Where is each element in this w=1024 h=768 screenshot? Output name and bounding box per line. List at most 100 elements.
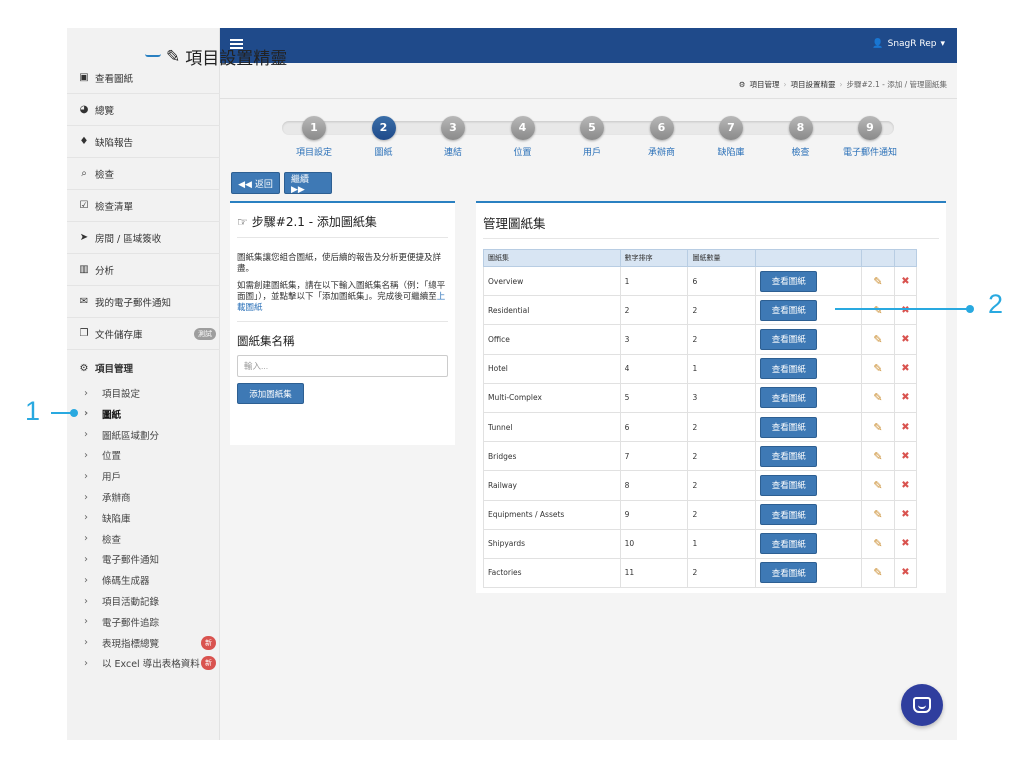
column-header-drawing-set[interactable]: 圖紙集 xyxy=(483,249,621,267)
add-drawing-set-button[interactable]: 添加圖紙集 xyxy=(237,383,304,404)
close-icon[interactable]: ✖ xyxy=(901,509,909,520)
wizard-step-8[interactable]: 8 檢查 xyxy=(766,116,836,158)
sidebar-subitem-8[interactable]: › 電子郵件通知 xyxy=(67,549,220,569)
sidebar-subitem-4[interactable]: › 用戶 xyxy=(67,466,220,486)
sidebar-item-3[interactable]: ⌕ 檢查 xyxy=(67,158,220,190)
cell-drawing-set: Factories xyxy=(483,557,621,589)
sidebar-item-6[interactable]: ▥ 分析 xyxy=(67,254,220,286)
close-icon[interactable]: ✖ xyxy=(901,422,909,433)
cell-order: 1 xyxy=(619,265,689,297)
close-icon[interactable]: ✖ xyxy=(901,538,909,549)
sidebar-subitem-1[interactable]: › 圖紙 xyxy=(67,404,220,424)
sidebar-subitem-11[interactable]: › 電子郵件追踪 xyxy=(67,612,220,632)
view-drawings-button[interactable]: 查看圖紙 xyxy=(760,445,818,467)
sidebar-subitem-5[interactable]: › 承辦商 xyxy=(67,487,220,507)
cell-view: 查看圖紙 xyxy=(755,441,863,472)
view-drawings-button[interactable]: 查看圖紙 xyxy=(760,474,818,496)
instructions-text: 如需創建圖紙集，請在以下輸入圖紙集名稱（例：「總平面圖」），並點擊以下「添加圖紙… xyxy=(237,281,446,302)
back-button[interactable]: ◀◀ 返回 xyxy=(231,172,280,194)
view-drawings-button[interactable]: 查看圖紙 xyxy=(760,358,818,380)
sidebar-subitem-label: 條碼生成器 xyxy=(102,576,150,588)
pencil-icon[interactable]: ✎ xyxy=(873,508,882,521)
wizard-step-7[interactable]: 7 缺陷庫 xyxy=(696,116,766,158)
sidebar-subitem-9[interactable]: › 條碼生成器 xyxy=(67,570,220,590)
magic-wand-icon: ✎ xyxy=(166,46,181,67)
view-drawings-button[interactable]: 查看圖紙 xyxy=(760,416,818,438)
sidebar-subitem-0[interactable]: › 項目設定 xyxy=(67,383,220,403)
pencil-icon[interactable]: ✎ xyxy=(873,421,882,434)
close-icon[interactable]: ✖ xyxy=(901,363,909,374)
wizard-step-6[interactable]: 6 承辦商 xyxy=(627,116,697,158)
cell-count: 2 xyxy=(687,295,757,326)
close-icon[interactable]: ✖ xyxy=(901,480,909,491)
close-icon[interactable]: ✖ xyxy=(901,392,909,403)
sidebar: ▣ 查看圖紙 ◕ 總覽 ♦ 缺陷報告 ⌕ 檢查 ☑ 檢查清單 ➤ 房間 / 區域簽收 ▥ 分析 ✉ 我的電子郵… xyxy=(67,28,220,740)
pencil-icon[interactable]: ✎ xyxy=(873,537,882,550)
close-icon[interactable]: ✖ xyxy=(901,567,909,578)
sidebar-item-5[interactable]: ➤ 房間 / 區域簽收 xyxy=(67,222,220,254)
view-drawings-button[interactable]: 查看圖紙 xyxy=(760,328,818,350)
sidebar-item-label: 缺陷報告 xyxy=(95,137,134,149)
sidebar-item-7[interactable]: ✉ 我的電子郵件通知 xyxy=(67,286,220,318)
pencil-icon[interactable]: ✎ xyxy=(873,275,882,288)
breadcrumb-item-project-management[interactable]: 項目管理 xyxy=(750,79,780,90)
pencil-icon[interactable]: ✎ xyxy=(873,450,882,463)
step-label: 承辦商 xyxy=(647,148,675,158)
divider xyxy=(483,238,939,239)
cell-view: 查看圖紙 xyxy=(755,528,863,559)
sidebar-item-2[interactable]: ♦ 缺陷報告 xyxy=(67,126,220,158)
close-icon[interactable]: ✖ xyxy=(901,334,909,345)
view-drawings-button[interactable]: 查看圖紙 xyxy=(760,299,818,321)
wizard-step-4[interactable]: 4 位置 xyxy=(488,116,558,158)
sidebar-item-8[interactable]: ❐ 文件儲存庫 測試 xyxy=(67,318,220,350)
close-icon[interactable]: ✖ xyxy=(901,451,909,462)
pencil-icon[interactable]: ✎ xyxy=(873,566,882,579)
cell-order: 11 xyxy=(619,557,689,589)
continue-button[interactable]: 繼續 ▶▶ xyxy=(284,172,332,195)
wizard-step-9[interactable]: 9 電子郵件通知 xyxy=(835,116,905,158)
view-drawings-button[interactable]: 查看圖紙 xyxy=(760,387,818,409)
sidebar-subitem-12[interactable]: › 表現指標總覽 新 xyxy=(67,633,220,653)
sidebar-subitem-label: 圖紙 xyxy=(102,409,122,421)
sidebar-subitem-6[interactable]: › 缺陷庫 xyxy=(67,508,220,528)
close-icon[interactable]: ✖ xyxy=(901,276,909,287)
breadcrumb-item-wizard[interactable]: 項目設置精靈 xyxy=(791,79,836,90)
chat-launcher-button[interactable] xyxy=(901,684,943,726)
column-header-order[interactable]: 數字排序 xyxy=(619,249,689,267)
sidebar-subitem-10[interactable]: › 項目活動記錄 xyxy=(67,591,220,611)
sidebar-subitem-7[interactable]: › 檢查 xyxy=(67,529,220,549)
sidebar-section-project-management[interactable]: ⚙ 項目管理 xyxy=(67,352,220,384)
step-label: 電子郵件通知 xyxy=(842,148,897,158)
drawing-set-name-input[interactable] xyxy=(237,355,448,377)
pencil-icon[interactable]: ✎ xyxy=(873,304,882,317)
cell-count: 3 xyxy=(687,382,757,413)
sidebar-subitem-2[interactable]: › 圖紙區域劃分 xyxy=(67,425,220,445)
pencil-icon[interactable]: ✎ xyxy=(873,391,882,404)
wizard-step-2[interactable]: 2 圖紙 xyxy=(349,116,419,158)
sidebar-subitem-13[interactable]: › 以 Excel 導出表格資料新 xyxy=(67,653,220,673)
user-name: SnagR Rep xyxy=(887,39,937,49)
view-drawings-button[interactable]: 查看圖紙 xyxy=(760,562,818,584)
chat-icon xyxy=(913,697,931,713)
cell-delete: ✖ xyxy=(894,470,917,501)
cell-view: 查看圖紙 xyxy=(755,382,863,413)
pencil-icon[interactable]: ✎ xyxy=(873,362,882,375)
user-menu[interactable]: 👤 SnagR Rep ▾ xyxy=(872,39,945,49)
pencil-icon[interactable]: ✎ xyxy=(873,333,882,346)
sidebar-item-label: 查看圖紙 xyxy=(95,73,134,85)
sidebar-item-4[interactable]: ☑ 檢查清單 xyxy=(67,190,220,222)
pencil-icon[interactable]: ✎ xyxy=(873,479,882,492)
sidebar-item-1[interactable]: ◕ 總覽 xyxy=(67,94,220,126)
wizard-step-1[interactable]: 1 項目設定 xyxy=(279,116,349,158)
sidebar-subitem-3[interactable]: › 位置 xyxy=(67,445,220,465)
step-number: 1 xyxy=(302,116,326,140)
wizard-step-3[interactable]: 3 連結 xyxy=(418,116,488,158)
view-drawings-button[interactable]: 查看圖紙 xyxy=(760,533,818,555)
cell-order: 5 xyxy=(619,382,689,413)
view-drawings-button[interactable]: 查看圖紙 xyxy=(760,504,818,526)
wizard-step-5[interactable]: 5 用戶 xyxy=(557,116,627,158)
column-header-count[interactable]: 圖紙數量 xyxy=(687,249,757,267)
close-icon[interactable]: ✖ xyxy=(901,305,909,316)
view-drawings-button[interactable]: 查看圖紙 xyxy=(760,270,818,292)
cell-edit: ✎ xyxy=(861,557,895,589)
